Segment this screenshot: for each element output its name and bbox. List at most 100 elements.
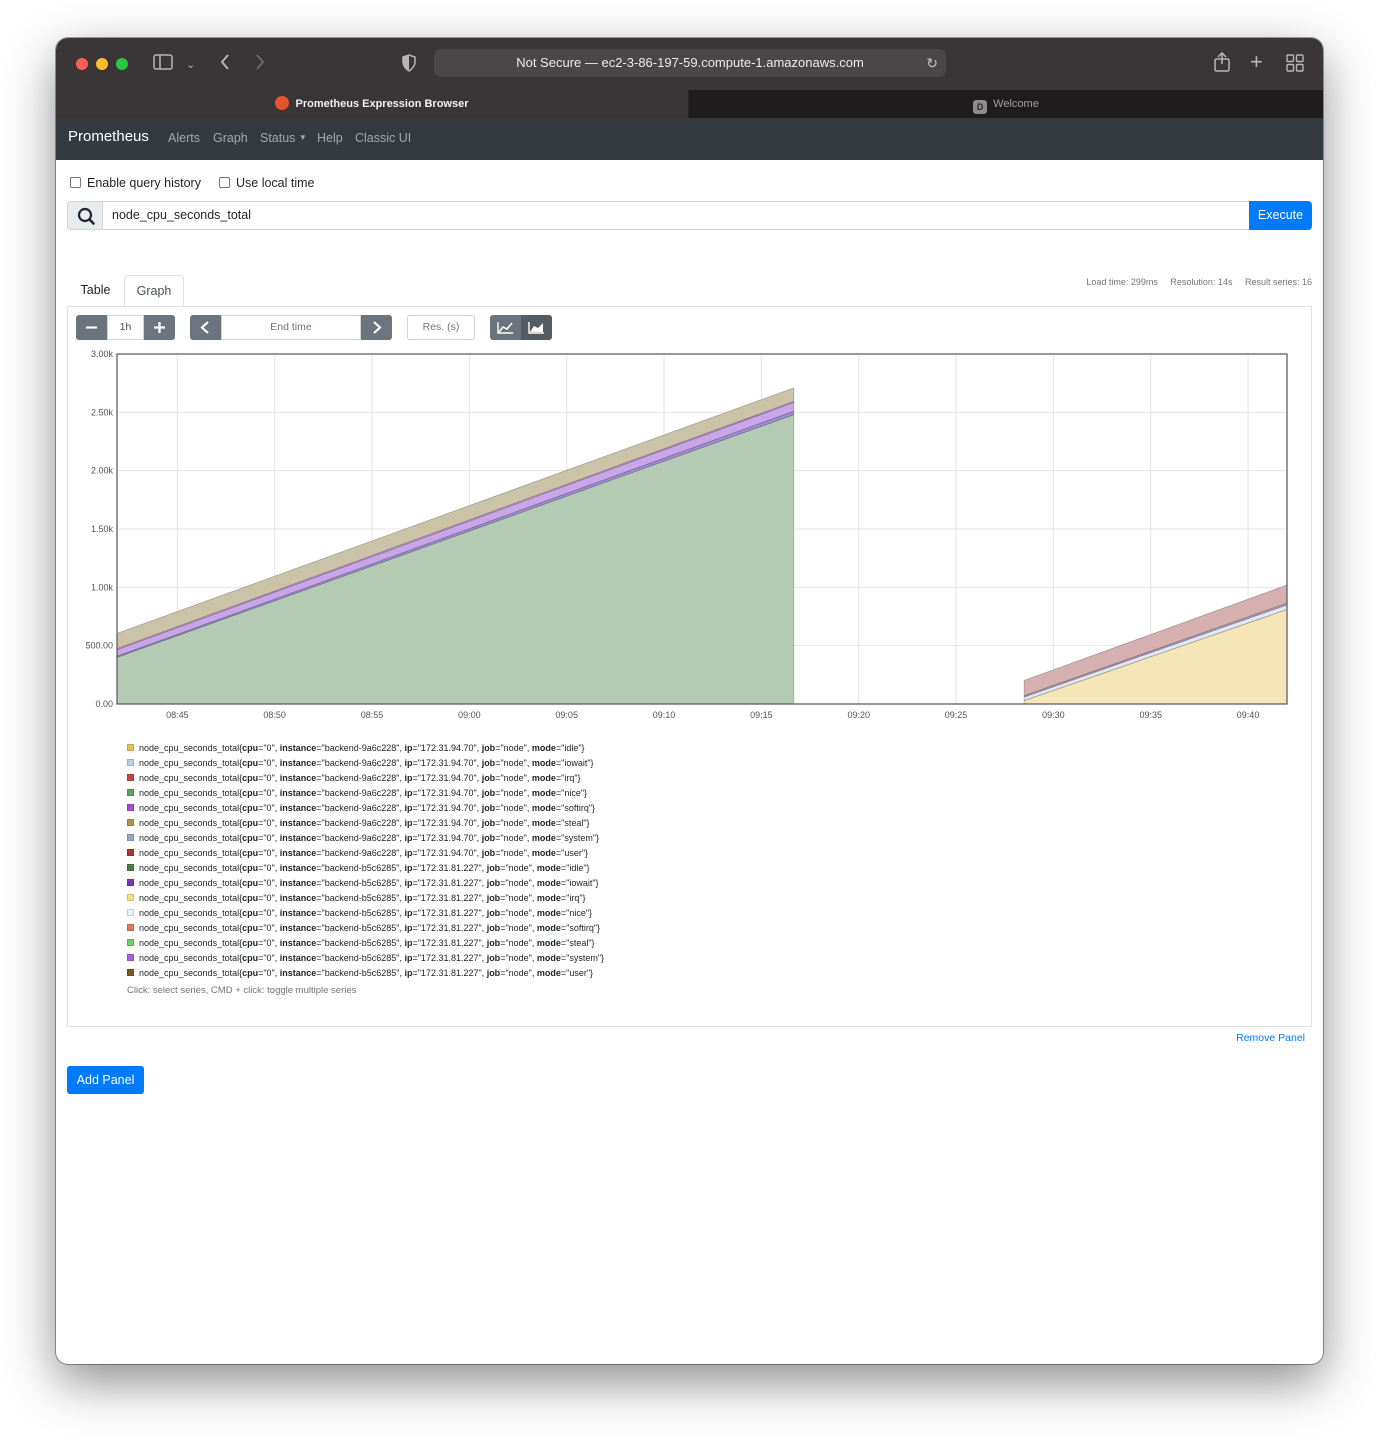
- end-time-input[interactable]: End time: [221, 315, 361, 340]
- x-tick-label: 09:05: [555, 710, 578, 720]
- chart-canvas[interactable]: 0.00 500.00 1.00k 1.50k 2.00k 2.50k 3.00k 08:45…: [68, 349, 1311, 729]
- query-history-option[interactable]: Enable query history: [70, 176, 201, 190]
- legend-label-text: ="0",: [258, 938, 280, 948]
- tab-overview-icon[interactable]: [1286, 54, 1304, 77]
- graph-legend: node_cpu_seconds_total{cpu="0", instance…: [127, 741, 1027, 996]
- close-window-button[interactable]: [76, 58, 88, 70]
- minimize-window-button[interactable]: [96, 58, 108, 70]
- new-tab-icon[interactable]: +: [1250, 51, 1263, 73]
- browser-tab-label: Prometheus Expression Browser: [295, 98, 469, 110]
- add-panel-button[interactable]: Add Panel: [67, 1066, 144, 1094]
- address-bar[interactable]: Not Secure — ec2-3-86-197-59.compute-1.a…: [434, 49, 946, 77]
- query-history-checkbox[interactable]: [70, 177, 81, 188]
- legend-label-key: cpu: [242, 893, 259, 903]
- nav-graph[interactable]: Graph: [213, 131, 248, 145]
- zoom-window-button[interactable]: [116, 58, 128, 70]
- legend-label-key: mode: [536, 878, 561, 888]
- legend-label-key: cpu: [242, 833, 259, 843]
- legend-item[interactable]: node_cpu_seconds_total{cpu="0", instance…: [127, 846, 1027, 861]
- browser-tab-welcome[interactable]: D Welcome: [689, 90, 1323, 118]
- legend-label-key: mode: [536, 938, 561, 948]
- legend-item[interactable]: node_cpu_seconds_total{cpu="0", instance…: [127, 741, 1027, 756]
- legend-item[interactable]: node_cpu_seconds_total{cpu="0", instance…: [127, 891, 1027, 906]
- legend-label-text: ="iowait"}: [555, 758, 594, 768]
- legend-item[interactable]: node_cpu_seconds_total{cpu="0", instance…: [127, 801, 1027, 816]
- legend-item[interactable]: node_cpu_seconds_total{cpu="0", instance…: [127, 966, 1027, 981]
- tab-graph[interactable]: Graph: [124, 275, 184, 307]
- increase-range-button[interactable]: [144, 315, 175, 340]
- prometheus-favicon-icon: [275, 96, 290, 110]
- earlier-time-button[interactable]: [190, 315, 221, 340]
- tab-table[interactable]: Table: [67, 275, 124, 307]
- legend-label-key: cpu: [242, 968, 259, 978]
- d-favicon-icon: D: [973, 100, 988, 114]
- stacked-chart-button[interactable]: [521, 315, 552, 340]
- legend-label-key: job: [481, 818, 496, 828]
- nav-status[interactable]: Status ▼: [260, 131, 307, 145]
- legend-label-text: ="backend-b5c6285",: [316, 938, 405, 948]
- back-arrow-icon[interactable]: [219, 53, 231, 76]
- legend-item[interactable]: node_cpu_seconds_total{cpu="0", instance…: [127, 771, 1027, 786]
- legend-label-key: mode: [536, 923, 561, 933]
- local-time-option[interactable]: Use local time: [219, 176, 315, 190]
- legend-label-key: cpu: [242, 878, 259, 888]
- nav-help[interactable]: Help: [317, 131, 343, 145]
- legend-label-text: ="user"}: [560, 968, 594, 978]
- legend-label-text: ="172.31.81.227",: [412, 968, 487, 978]
- decrease-range-button[interactable]: [76, 315, 107, 340]
- legend-label-text: ="system"}: [560, 953, 605, 963]
- legend-label-key: instance: [279, 908, 317, 918]
- legend-label-key: mode: [531, 758, 556, 768]
- legend-label-text: node_cpu_seconds_total{: [139, 953, 243, 963]
- legend-label-text: node_cpu_seconds_total{: [139, 758, 243, 768]
- legend-label-text: ="0",: [258, 878, 280, 888]
- legend-label-key: cpu: [242, 848, 259, 858]
- result-series: Result series: 16: [1244, 277, 1312, 287]
- execute-button[interactable]: Execute: [1249, 201, 1312, 230]
- legend-label-text: ="node",: [500, 938, 537, 948]
- legend-label-key: cpu: [242, 758, 259, 768]
- range-input[interactable]: 1h: [107, 315, 144, 340]
- search-icon: [67, 201, 103, 230]
- legend-swatch: [127, 864, 134, 871]
- legend-item[interactable]: node_cpu_seconds_total{cpu="0", instance…: [127, 756, 1027, 771]
- legend-label-text: node_cpu_seconds_total{: [139, 923, 243, 933]
- legend-label-key: cpu: [242, 818, 259, 828]
- remove-panel-link[interactable]: Remove Panel: [1236, 1032, 1305, 1044]
- legend-label-text: ="172.31.81.227",: [412, 908, 487, 918]
- x-tick-label: 08:50: [263, 710, 286, 720]
- browser-tab-prometheus[interactable]: Prometheus Expression Browser: [56, 90, 688, 118]
- sidebar-toggle-icon[interactable]: [153, 54, 173, 75]
- legend-item[interactable]: node_cpu_seconds_total{cpu="0", instance…: [127, 936, 1027, 951]
- nav-classic-ui[interactable]: Classic UI: [355, 131, 411, 145]
- legend-item[interactable]: node_cpu_seconds_total{cpu="0", instance…: [127, 786, 1027, 801]
- local-time-checkbox[interactable]: [219, 177, 230, 188]
- shield-icon[interactable]: [402, 54, 416, 77]
- legend-item[interactable]: node_cpu_seconds_total{cpu="0", instance…: [127, 861, 1027, 876]
- graph-chart[interactable]: 0.00 500.00 1.00k 1.50k 2.00k 2.50k 3.00k 08:45…: [68, 349, 1311, 729]
- legend-item[interactable]: node_cpu_seconds_total{cpu="0", instance…: [127, 921, 1027, 936]
- legend-label-key: mode: [536, 968, 561, 978]
- legend-label-text: ="backend-b5c6285",: [316, 953, 405, 963]
- forward-arrow-icon[interactable]: [254, 53, 266, 76]
- reload-icon[interactable]: ↻: [926, 49, 938, 77]
- legend-item[interactable]: node_cpu_seconds_total{cpu="0", instance…: [127, 876, 1027, 891]
- expression-input-group: node_cpu_seconds_total Execute: [67, 201, 1312, 230]
- x-tick-label: 09:00: [458, 710, 481, 720]
- legend-item[interactable]: node_cpu_seconds_total{cpu="0", instance…: [127, 951, 1027, 966]
- legend-item[interactable]: node_cpu_seconds_total{cpu="0", instance…: [127, 816, 1027, 831]
- legend-label-key: mode: [531, 833, 556, 843]
- chevron-down-icon[interactable]: ⌄: [186, 55, 195, 75]
- unstacked-chart-button[interactable]: [490, 315, 521, 340]
- expression-input[interactable]: node_cpu_seconds_total: [103, 201, 1250, 230]
- legend-item[interactable]: node_cpu_seconds_total{cpu="0", instance…: [127, 831, 1027, 846]
- nav-alerts[interactable]: Alerts: [168, 131, 200, 145]
- later-time-button[interactable]: [361, 315, 392, 340]
- legend-label-text: ="node",: [500, 893, 537, 903]
- share-icon[interactable]: [1213, 51, 1231, 77]
- resolution-input[interactable]: Res. (s): [407, 315, 475, 340]
- legend-label-text: ="node",: [495, 743, 532, 753]
- legend-label-key: instance: [279, 848, 317, 858]
- legend-item[interactable]: node_cpu_seconds_total{cpu="0", instance…: [127, 906, 1027, 921]
- brand-link[interactable]: Prometheus: [68, 128, 149, 145]
